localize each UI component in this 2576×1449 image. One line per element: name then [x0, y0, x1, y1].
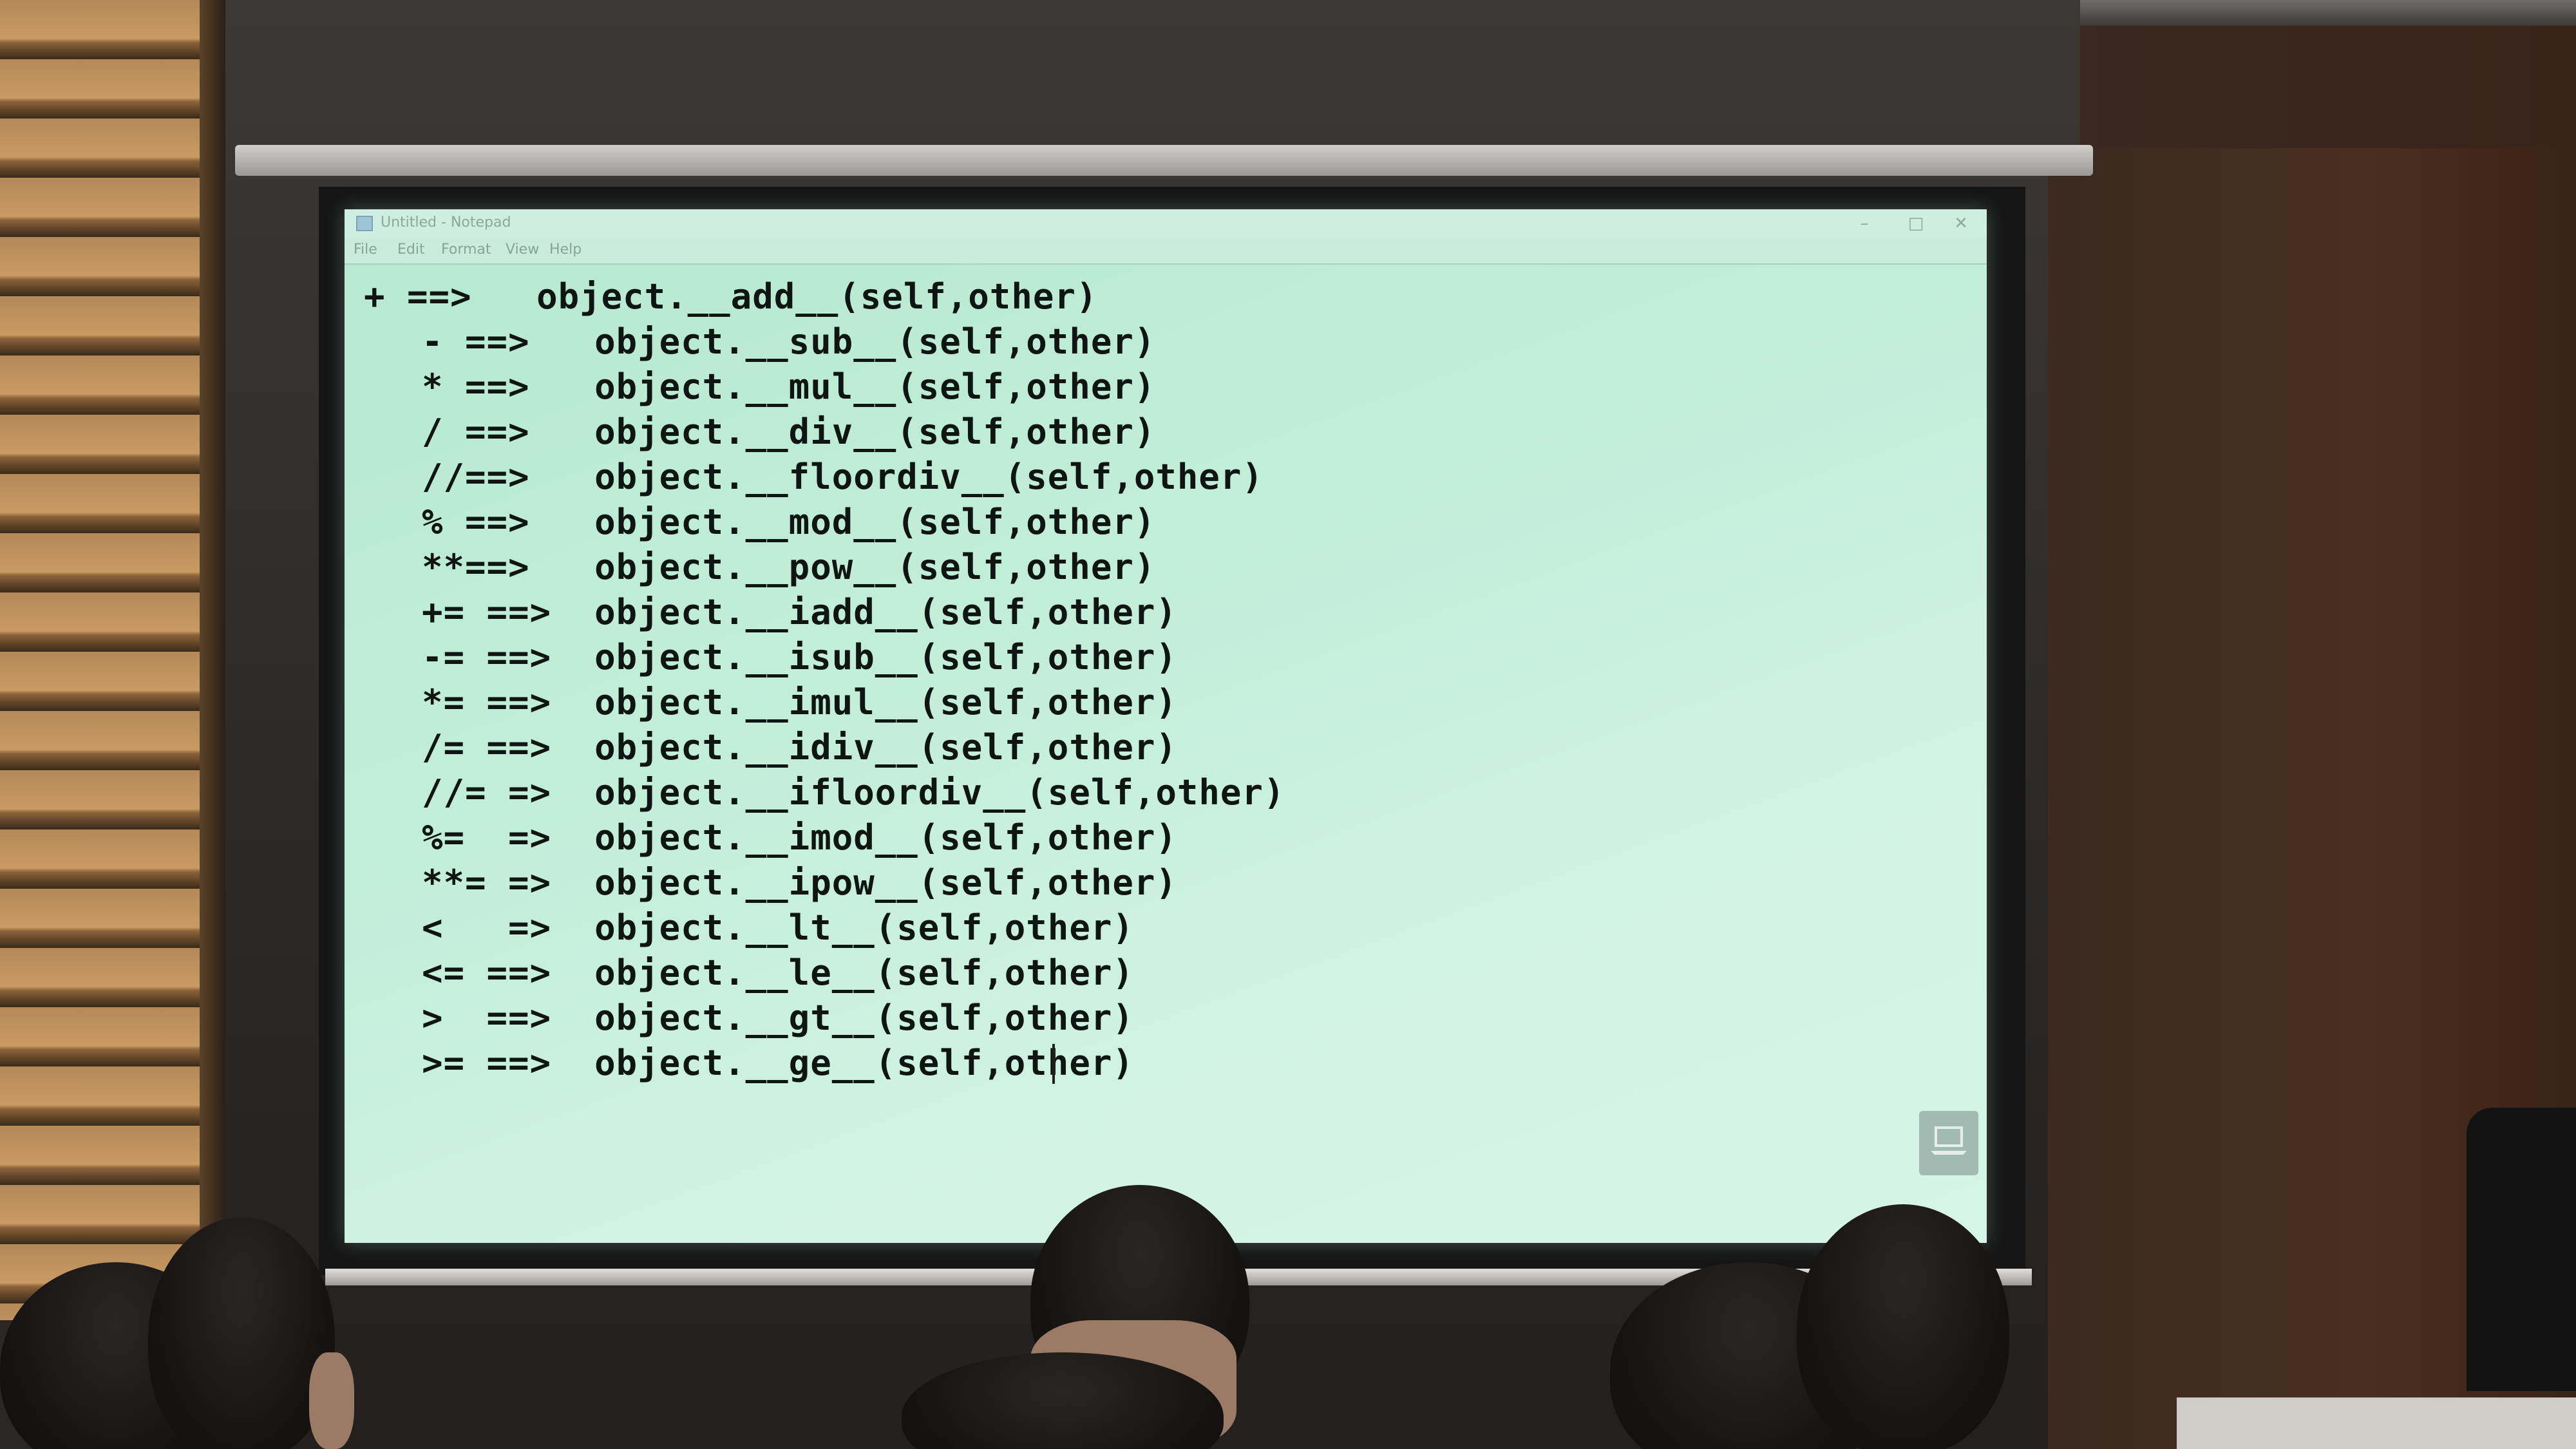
- menu-help[interactable]: Help: [549, 242, 582, 258]
- audience-head: [1797, 1204, 2009, 1449]
- code-line: %= => object.__imod__(self,other): [422, 817, 1177, 858]
- close-button[interactable]: ✕: [1942, 212, 1980, 235]
- room-background: Untitled - Notepad – □ ✕ File Edit Forma…: [0, 0, 2576, 1449]
- code-line: < => object.__lt__(self,other): [422, 907, 1134, 948]
- code-line: + ==> object.__add__(self,other): [364, 276, 1098, 317]
- maximize-button[interactable]: □: [1897, 212, 1935, 235]
- audience-ear: [309, 1352, 354, 1449]
- wood-slat-wall: [0, 0, 213, 1320]
- code-line: -= ==> object.__isub__(self,other): [422, 637, 1177, 677]
- text-caret: [1052, 1044, 1055, 1084]
- code-line: //==> object.__floordiv__(self,other): [422, 457, 1264, 497]
- menu-bar: File Edit Format View Help: [345, 238, 1987, 265]
- notepad-icon: [356, 216, 373, 231]
- right-device: [2467, 1108, 2576, 1391]
- notepad-window: Untitled - Notepad – □ ✕ File Edit Forma…: [345, 209, 1987, 1243]
- code-line: **= => object.__ipow__(self,other): [422, 862, 1177, 903]
- text-editor-area[interactable]: + ==> object.__add__(self,other) - ==> o…: [345, 265, 1987, 1243]
- wood-wall-edge: [200, 0, 225, 1320]
- code-line: % ==> object.__mod__(self,other): [422, 502, 1156, 542]
- code-line: //= => object.__ifloordiv__(self,other): [422, 772, 1285, 813]
- code-line: /= ==> object.__idiv__(self,other): [422, 727, 1177, 768]
- menu-view[interactable]: View: [506, 242, 539, 258]
- code-line: *= ==> object.__imul__(self,other): [422, 682, 1177, 723]
- laptop-icon-glyph: [1931, 1126, 1967, 1155]
- menu-file[interactable]: File: [354, 242, 377, 258]
- code-line: - ==> object.__sub__(self,other): [422, 321, 1156, 362]
- menu-edit[interactable]: Edit: [397, 242, 425, 258]
- audience-head: [148, 1217, 335, 1449]
- code-line: * ==> object.__mul__(self,other): [422, 366, 1156, 407]
- code-line: += ==> object.__iadd__(self,other): [422, 592, 1177, 632]
- code-line: >= ==> object.__ge__(self,other): [422, 1043, 1134, 1083]
- code-line: **==> object.__pow__(self,other): [422, 547, 1156, 587]
- code-line: > ==> object.__gt__(self,other): [422, 998, 1134, 1038]
- desk-corner: [2177, 1397, 2576, 1449]
- title-bar: Untitled - Notepad – □ ✕: [345, 209, 1987, 238]
- projector-screen-roller: [235, 145, 2093, 176]
- menu-format[interactable]: Format: [441, 242, 491, 258]
- laptop-icon[interactable]: [1919, 1111, 1978, 1175]
- code-line: <= ==> object.__le__(self,other): [422, 952, 1134, 993]
- code-line: / ==> object.__div__(self,other): [422, 412, 1156, 452]
- minimize-button[interactable]: –: [1845, 212, 1884, 235]
- window-title: Untitled - Notepad: [381, 214, 511, 231]
